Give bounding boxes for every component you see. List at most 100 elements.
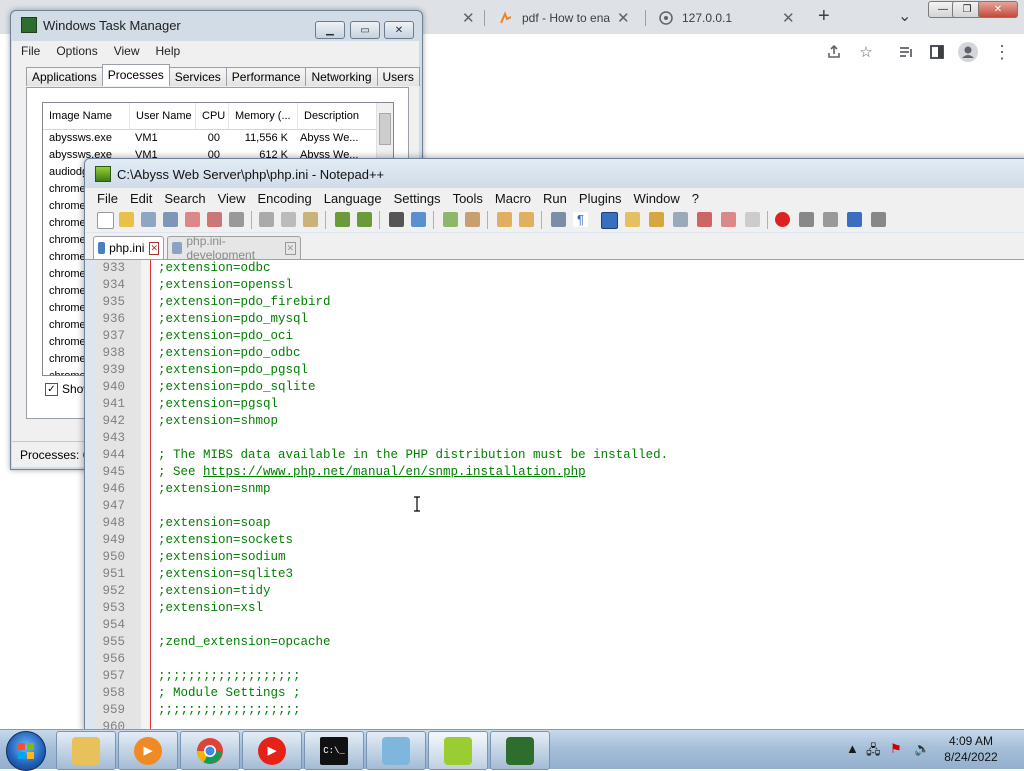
tab-close-icon[interactable]: ✕ <box>149 241 159 255</box>
record-macro-icon[interactable] <box>775 212 790 227</box>
show-hidden-icons[interactable]: ▲ <box>846 741 859 756</box>
taskbar-cmd[interactable]: C:\_ <box>304 731 364 770</box>
save-all-icon[interactable] <box>163 212 178 227</box>
redo-icon[interactable] <box>357 212 372 227</box>
tab-close-icon[interactable]: ✕ <box>782 9 795 27</box>
close-button[interactable]: ✕ <box>978 1 1018 18</box>
table-row[interactable]: abyssws.exe VM1 00 11,556 K Abyss We... <box>43 130 393 147</box>
taskbar-notepad[interactable] <box>366 731 426 770</box>
menu-options[interactable]: Options <box>56 44 97 58</box>
save-macro-icon[interactable] <box>871 212 886 227</box>
function-list-icon[interactable] <box>673 212 688 227</box>
sync-vertical-icon[interactable] <box>497 212 512 227</box>
menu-plugins[interactable]: Plugins <box>579 191 622 206</box>
zoom-in-icon[interactable] <box>443 212 458 227</box>
taskbar-chrome[interactable] <box>180 731 240 770</box>
column-description[interactable]: Description <box>298 103 374 129</box>
volume-icon[interactable]: 🔊 <box>914 741 930 757</box>
menu-run[interactable]: Run <box>543 191 567 206</box>
column-user-name[interactable]: User Name <box>130 103 196 129</box>
word-wrap-icon[interactable] <box>551 212 566 227</box>
close-file-icon[interactable] <box>185 212 200 227</box>
menu-file[interactable]: File <box>21 44 40 58</box>
sync-horizontal-icon[interactable] <box>519 212 534 227</box>
menu-search[interactable]: Search <box>164 191 205 206</box>
paste-icon[interactable] <box>303 212 318 227</box>
code-link[interactable]: https://www.php.net/manual/en/snmp.insta… <box>203 465 586 479</box>
menu-macro[interactable]: Macro <box>495 191 531 206</box>
tab-performance[interactable]: Performance <box>225 67 307 86</box>
menu-help[interactable]: ? <box>692 191 699 206</box>
new-tab-button[interactable]: + <box>818 5 830 28</box>
menu-tools[interactable]: Tools <box>453 191 483 206</box>
column-image-name[interactable]: Image Name <box>43 103 130 129</box>
action-center-icon[interactable]: ⚑ <box>890 741 902 757</box>
find-icon[interactable] <box>389 212 404 227</box>
taskbar-media-player[interactable]: ▶ <box>118 731 178 770</box>
eye-icon[interactable] <box>745 212 760 227</box>
play-macro-icon[interactable] <box>823 212 838 227</box>
notepadpp-titlebar[interactable]: C:\Abyss Web Server\php\php.ini - Notepa… <box>85 159 1024 189</box>
chrome-menu-icon[interactable]: ⋮ <box>992 42 1012 62</box>
taskbar-notepadpp[interactable] <box>428 731 488 770</box>
menu-encoding[interactable]: Encoding <box>258 191 312 206</box>
zoom-out-icon[interactable] <box>465 212 480 227</box>
menu-help[interactable]: Help <box>156 44 181 58</box>
scrollbar-thumb[interactable] <box>379 113 391 145</box>
menu-edit[interactable]: Edit <box>130 191 152 206</box>
taskbar-explorer[interactable] <box>56 731 116 770</box>
share-icon[interactable] <box>824 42 844 62</box>
menu-file[interactable]: File <box>97 191 118 206</box>
undo-icon[interactable] <box>335 212 350 227</box>
folder-as-workspace-icon[interactable] <box>697 212 712 227</box>
tab-search-button[interactable]: ⌄ <box>898 6 911 26</box>
user-language-icon[interactable] <box>625 212 640 227</box>
column-cpu[interactable]: CPU <box>196 103 229 129</box>
tab-processes[interactable]: Processes <box>101 64 170 86</box>
taskbar-task-manager[interactable] <box>490 731 550 770</box>
print-icon[interactable] <box>229 212 244 227</box>
new-file-icon[interactable] <box>97 212 114 229</box>
menu-window[interactable]: Window <box>634 191 680 206</box>
tab-close-icon[interactable]: ✕ <box>284 241 296 255</box>
reading-list-icon[interactable] <box>896 42 916 62</box>
open-file-icon[interactable] <box>119 212 134 227</box>
bookmark-star-icon[interactable]: ☆ <box>856 42 876 62</box>
maximize-button[interactable]: ▭ <box>350 21 380 39</box>
tab-networking[interactable]: Networking <box>305 67 378 86</box>
save-icon[interactable] <box>141 212 156 227</box>
minimize-button[interactable]: ▁ <box>315 21 345 39</box>
taskbar-youtube[interactable]: ▶ <box>242 731 302 770</box>
indent-guide-icon[interactable] <box>601 212 618 229</box>
close-all-icon[interactable] <box>207 212 222 227</box>
checkbox-checked-icon[interactable]: ✓ <box>45 382 58 396</box>
monitoring-icon[interactable] <box>721 212 736 227</box>
side-panel-icon[interactable] <box>927 42 947 62</box>
tab-users[interactable]: Users <box>376 67 420 86</box>
copy-icon[interactable] <box>281 212 296 227</box>
replace-icon[interactable] <box>411 212 426 227</box>
menu-language[interactable]: Language <box>324 191 382 206</box>
stop-macro-icon[interactable] <box>799 212 814 227</box>
system-clock[interactable]: 4:09 AM 8/24/2022 <box>936 733 1006 765</box>
code-editor[interactable]: 933 ;extension=odbc 934 ;extension=openssl 9… <box>95 260 1024 731</box>
close-button[interactable]: ✕ <box>384 21 414 39</box>
tab-close-icon[interactable]: ✕ <box>462 9 475 27</box>
menu-view[interactable]: View <box>218 191 246 206</box>
network-icon[interactable]: 🖧 <box>866 741 881 763</box>
show-all-characters-icon[interactable]: ¶ <box>573 212 588 227</box>
start-button[interactable] <box>6 731 46 771</box>
profile-avatar-icon[interactable] <box>958 42 978 62</box>
chrome-tab-localhost[interactable]: 127.0.0.1 <box>658 4 798 32</box>
menu-settings[interactable]: Settings <box>394 191 441 206</box>
doc-map-icon[interactable] <box>649 212 664 227</box>
column-memory[interactable]: Memory (... <box>229 103 298 129</box>
cut-icon[interactable] <box>259 212 274 227</box>
menu-view[interactable]: View <box>114 44 140 58</box>
tab-close-icon[interactable]: ✕ <box>617 9 630 27</box>
tab-php-ini-development[interactable]: php.ini-development ✕ <box>167 234 301 262</box>
tab-php-ini[interactable]: php.ini ✕ <box>93 236 164 259</box>
tab-applications[interactable]: Applications <box>26 67 103 86</box>
tab-services[interactable]: Services <box>168 67 227 86</box>
run-macro-multiple-icon[interactable] <box>847 212 862 227</box>
